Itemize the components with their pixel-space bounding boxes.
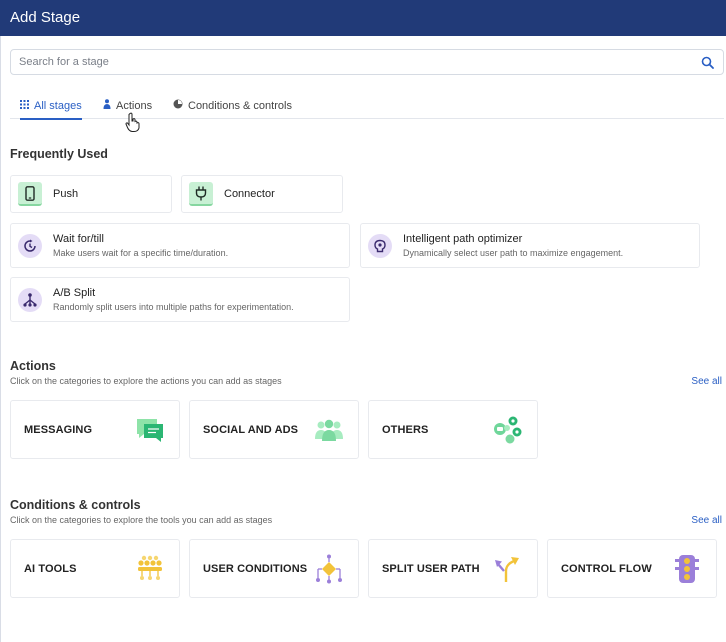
category-social-and-ads[interactable]: SOCIAL AND ADS: [189, 400, 359, 459]
tab-label: All stages: [34, 99, 82, 112]
window-title: Add Stage: [0, 0, 726, 36]
brain-icon: [368, 233, 392, 258]
plug-icon: [189, 182, 213, 206]
category-label: OTHERS: [382, 423, 429, 436]
category-label: USER CONDITIONS: [203, 562, 308, 575]
stage-card-ab-split[interactable]: A/B Split Randomly split users into mult…: [10, 277, 350, 322]
stage-tabs: All stages Actions Conditions & controls: [10, 92, 724, 120]
grid-icon: [20, 99, 29, 112]
stage-title: Wait for/till: [53, 233, 104, 245]
stage-title: Push: [53, 188, 79, 200]
frequently-used-title: Frequently Used: [10, 147, 108, 161]
conditions-section-subtitle: Click on the categories to explore the t…: [10, 515, 273, 525]
actions-see-all-link[interactable]: See all: [691, 376, 722, 387]
category-user-conditions[interactable]: USER CONDITIONS: [189, 539, 359, 598]
stage-title: Intelligent path optimizer: [403, 233, 523, 245]
split-icon: [18, 287, 42, 312]
add-stage-panel: All stages Actions Conditions & controls…: [0, 36, 726, 642]
search-icon[interactable]: [699, 54, 715, 70]
stage-card-intelligent-path-optimizer[interactable]: Intelligent path optimizer Dynamically s…: [360, 223, 700, 268]
hand-cursor-icon: [125, 112, 141, 132]
category-label: MESSAGING: [24, 423, 93, 436]
tab-label: Actions: [116, 99, 153, 112]
phone-icon: [18, 182, 42, 206]
category-label: SOCIAL AND ADS: [203, 423, 299, 436]
stage-description: Dynamically select user path to maximize…: [403, 248, 624, 258]
stage-title: A/B Split: [53, 287, 96, 299]
search-input[interactable]: [19, 56, 699, 68]
category-label: AI TOOLS: [24, 562, 77, 575]
decision-diamond-icon: [314, 554, 344, 584]
category-split-user-path[interactable]: SPLIT USER PATH: [368, 539, 538, 598]
dial-icon: [173, 99, 183, 112]
split-arrow-icon: [493, 554, 523, 584]
stage-card-wait-for-till[interactable]: Wait for/till Make users wait for a spec…: [10, 223, 350, 268]
apps-cluster-icon: [493, 415, 523, 445]
ai-network-icon: [135, 554, 165, 584]
category-label: CONTROL FLOW: [561, 562, 652, 575]
people-icon: [314, 415, 344, 445]
stage-description: Make users wait for a specific time/dura…: [53, 248, 229, 258]
category-control-flow[interactable]: CONTROL FLOW: [547, 539, 717, 598]
person-icon: [103, 99, 111, 112]
search-box[interactable]: [10, 49, 724, 75]
tab-label: Conditions & controls: [188, 99, 292, 112]
stage-card-connector[interactable]: Connector: [181, 175, 343, 213]
actions-section-title: Actions: [10, 359, 56, 373]
stage-card-push[interactable]: Push: [10, 175, 172, 213]
actions-section-subtitle: Click on the categories to explore the a…: [10, 376, 282, 386]
category-messaging[interactable]: MESSAGING: [10, 400, 180, 459]
category-label: SPLIT USER PATH: [382, 562, 480, 575]
category-others[interactable]: OTHERS: [368, 400, 538, 459]
conditions-section-title: Conditions & controls: [10, 498, 141, 512]
stage-title: Connector: [224, 188, 275, 200]
category-ai-tools[interactable]: AI TOOLS: [10, 539, 180, 598]
chat-icon: [135, 415, 165, 445]
tab-conditions-controls[interactable]: Conditions & controls: [173, 92, 292, 119]
clock-icon: [18, 233, 42, 258]
tab-all-stages[interactable]: All stages: [20, 92, 82, 120]
traffic-light-icon: [672, 554, 702, 584]
conditions-see-all-link[interactable]: See all: [691, 515, 722, 526]
stage-description: Randomly split users into multiple paths…: [53, 302, 294, 312]
